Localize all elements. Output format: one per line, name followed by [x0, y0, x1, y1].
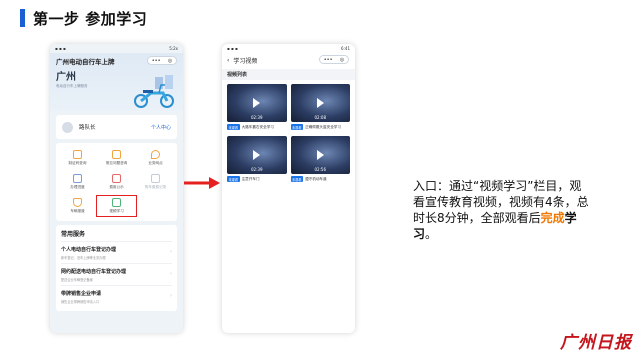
watch-status-badge: 未观看: [290, 124, 304, 130]
video-duration: 02:39: [250, 167, 263, 172]
video-thumbnail[interactable]: 02:56: [290, 136, 350, 174]
service-name: 个人电动自行车登记办理: [61, 247, 117, 253]
nav-bar: ‹ 学习视频 ••• ◎: [222, 53, 355, 67]
watch-status-badge: 未观看: [227, 176, 240, 182]
description-highlight: 完成: [540, 211, 565, 225]
video-card[interactable]: 02:56 未观看 遵守机动车道: [290, 136, 350, 182]
search-icon: [73, 150, 82, 159]
video-grid: 02:39 未观看 大路车靠右安全学习 02:08 未观看 正确佩戴头盔安全学习…: [222, 80, 355, 186]
status-indicators: ▪ ▪ ▪: [55, 46, 66, 51]
video-thumbnail[interactable]: 02:08: [290, 84, 350, 122]
grid-label: 办理进度: [70, 185, 85, 189]
video-title: 大路车靠右安全学习: [241, 124, 274, 129]
chevron-right-icon: ›: [170, 249, 172, 255]
service-item[interactable]: 网约配送电动自行车登记办理 配送企业车辆登记备案 ›: [61, 263, 172, 285]
grid-item-payment-record[interactable]: 购车缴费记录: [136, 172, 175, 192]
location-icon: [151, 150, 160, 159]
video-title: 遵守机动车道: [305, 176, 327, 181]
status-bar: ▪ ▪ ▪ 6:41: [222, 44, 355, 53]
service-desc: 配送企业车辆登记备案: [61, 278, 93, 282]
status-indicators: ▪ ▪ ▪: [227, 46, 238, 51]
user-card[interactable]: 路队长 个人中心: [56, 115, 177, 139]
function-grid: 制证码查询 常见问题咨询 业务网点 办理进度 费用公示 购车缴费记录 车辆报废: [56, 143, 177, 221]
grid-item-video-learning[interactable]: 视频学习: [95, 194, 138, 218]
flow-arrow-icon: [184, 177, 220, 189]
service-name: 网约配送电动自行车登记办理: [61, 269, 127, 275]
video-list-header: 视频列表: [222, 69, 355, 80]
status-bar: ▪ ▪ ▪ 5:2x: [50, 44, 183, 53]
user-name: 路队长: [79, 125, 96, 131]
record-icon: [151, 174, 160, 183]
video-card[interactable]: 02:39 未观看 注意开车门: [227, 136, 287, 182]
grid-item-faq[interactable]: 常见问题咨询: [97, 148, 136, 168]
status-time: 6:41: [341, 46, 350, 51]
watch-status-badge: 未观看: [227, 124, 240, 130]
status-time: 5:2x: [169, 46, 178, 51]
avatar: [62, 121, 73, 133]
grid-label: 费用公示: [109, 185, 124, 189]
home-banner: 广州电动自行车上牌 广州 电动自行车上牌服务 ••• ◎: [50, 53, 183, 111]
grid-label: 车辆报废: [70, 209, 85, 213]
service-item[interactable]: 带牌销售企业申请 销售企业带牌销售申请入口 ›: [61, 285, 172, 307]
book-icon: [112, 198, 121, 207]
service-desc: 销售企业带牌销售申请入口: [61, 300, 100, 304]
services-title: 常用服务: [61, 231, 86, 238]
nav-title: 学习视频: [233, 57, 258, 65]
grid-label: 业务网点: [148, 161, 163, 165]
video-duration: 02:56: [314, 167, 327, 172]
document-icon: [73, 174, 82, 183]
grid-item-query[interactable]: 制证码查询: [58, 148, 97, 168]
video-title: 正确佩戴头盔安全学习: [305, 124, 341, 129]
service-desc: 新车登记、旧车上牌等业务办理: [61, 256, 106, 260]
grid-label: 制证码查询: [68, 161, 87, 165]
miniprogram-capsule[interactable]: ••• ◎: [319, 55, 349, 64]
slide-title: 第一步 参加学习: [33, 9, 148, 28]
grid-label: 常见问题咨询: [105, 161, 128, 165]
description-end: 。: [425, 227, 438, 241]
scooter-illustration: [134, 75, 174, 108]
play-icon[interactable]: [316, 150, 324, 160]
play-icon[interactable]: [316, 98, 324, 108]
home-screen-phone: ▪ ▪ ▪ 5:2x 广州电动自行车上牌 广州 电动自行车上牌服务 ••• ◎ …: [50, 44, 183, 333]
more-icon[interactable]: •••: [324, 57, 333, 63]
slide-title-bar: 第一步 参加学习: [20, 6, 147, 30]
video-list-phone: ▪ ▪ ▪ 6:41 ‹ 学习视频 ••• ◎ 视频列表 02:39 未观看 大…: [222, 44, 355, 333]
video-thumbnail[interactable]: 02:39: [227, 136, 287, 174]
video-card[interactable]: 02:39 未观看 大路车靠右安全学习: [227, 84, 287, 130]
video-title: 注意开车门: [241, 176, 260, 181]
personal-center-link[interactable]: 个人中心: [151, 124, 171, 131]
video-card[interactable]: 02:08 未观看 正确佩戴头盔安全学习: [290, 84, 350, 130]
chevron-right-icon: ›: [170, 293, 172, 299]
newspaper-logo: 广州日报: [560, 333, 632, 353]
chevron-right-icon: ›: [170, 271, 172, 277]
grid-label: 视频学习: [109, 209, 124, 213]
receipt-icon: [112, 174, 121, 183]
play-icon[interactable]: [253, 150, 261, 160]
shield-icon: [73, 198, 82, 207]
grid-label: 购车缴费记录: [144, 185, 167, 189]
more-icon[interactable]: •••: [152, 58, 161, 64]
faq-icon: [112, 150, 121, 159]
miniprogram-capsule[interactable]: ••• ◎: [147, 56, 177, 65]
grid-item-outlets[interactable]: 业务网点: [136, 148, 175, 168]
back-arrow-icon[interactable]: ‹: [227, 57, 229, 64]
video-duration: 02:08: [314, 115, 327, 120]
video-duration: 02:39: [250, 115, 263, 120]
grid-item-progress[interactable]: 办理进度: [58, 172, 97, 192]
grid-item-scrap[interactable]: 车辆报废: [58, 196, 97, 216]
close-target-icon[interactable]: ◎: [340, 57, 344, 63]
close-target-icon[interactable]: ◎: [168, 58, 172, 64]
video-thumbnail[interactable]: 02:39: [227, 84, 287, 122]
play-icon[interactable]: [253, 98, 261, 108]
step-description: 入口：通过“视频学习”栏目，观看宣传教育视频，视频有4条，总时长8分钟，全部观看…: [413, 178, 593, 242]
title-accent-bar: [20, 9, 25, 27]
service-item[interactable]: 个人电动自行车登记办理 新车登记、旧车上牌等业务办理 ›: [61, 241, 172, 263]
watch-status-badge: 未观看: [290, 176, 304, 182]
common-services: 常用服务 个人电动自行车登记办理 新车登记、旧车上牌等业务办理 › 网约配送电动…: [56, 225, 177, 311]
grid-item-fees[interactable]: 费用公示: [97, 172, 136, 192]
service-name: 带牌销售企业申请: [61, 291, 102, 297]
